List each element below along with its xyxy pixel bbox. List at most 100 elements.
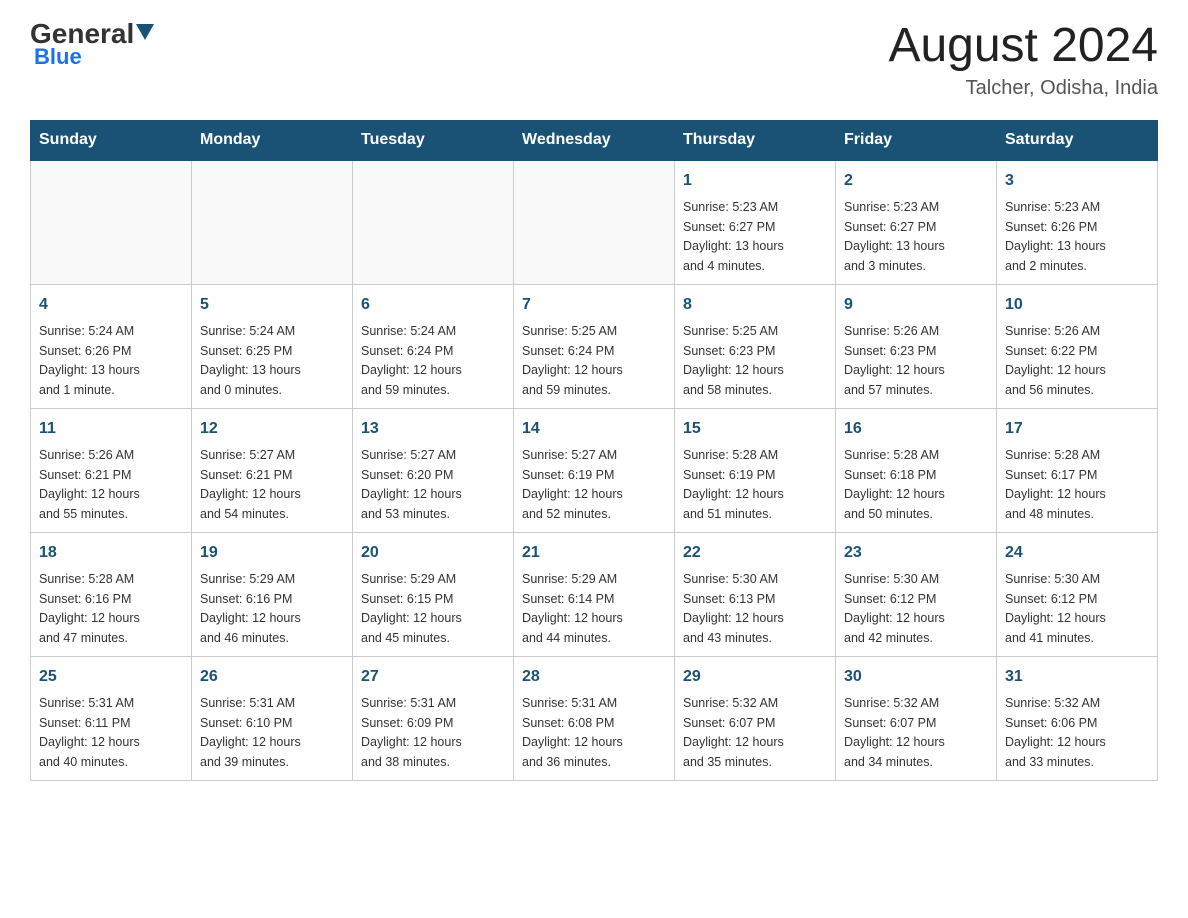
day-number: 11 [39,417,183,441]
day-sun-info: Sunrise: 5:30 AM Sunset: 6:12 PM Dayligh… [844,572,945,645]
calendar-day-header: Wednesday [514,120,675,160]
calendar-day-cell [192,160,353,285]
day-sun-info: Sunrise: 5:24 AM Sunset: 6:24 PM Dayligh… [361,324,462,397]
calendar-week-row: 1 Sunrise: 5:23 AM Sunset: 6:27 PM Daylig… [31,160,1158,285]
calendar-day-cell: 24 Sunrise: 5:30 AM Sunset: 6:12 PM Dayli… [997,532,1158,656]
day-sun-info: Sunrise: 5:25 AM Sunset: 6:24 PM Dayligh… [522,324,623,397]
calendar-header-row: SundayMondayTuesdayWednesdayThursdayFrid… [31,120,1158,160]
calendar-day-cell: 5 Sunrise: 5:24 AM Sunset: 6:25 PM Daylig… [192,284,353,408]
day-sun-info: Sunrise: 5:30 AM Sunset: 6:12 PM Dayligh… [1005,572,1106,645]
logo-triangle-icon [136,24,154,45]
day-number: 22 [683,541,827,565]
day-number: 10 [1005,293,1149,317]
calendar-day-cell: 29 Sunrise: 5:32 AM Sunset: 6:07 PM Dayli… [675,656,836,780]
day-number: 13 [361,417,505,441]
calendar-day-cell: 1 Sunrise: 5:23 AM Sunset: 6:27 PM Daylig… [675,160,836,285]
calendar-day-header: Friday [836,120,997,160]
day-number: 16 [844,417,988,441]
day-number: 8 [683,293,827,317]
day-sun-info: Sunrise: 5:32 AM Sunset: 6:06 PM Dayligh… [1005,696,1106,769]
day-number: 20 [361,541,505,565]
calendar-day-cell: 15Sunrise: 5:28 AM Sunset: 6:19 PM Dayli… [675,408,836,532]
calendar-day-cell: 12Sunrise: 5:27 AM Sunset: 6:21 PM Dayli… [192,408,353,532]
calendar-day-cell: 7 Sunrise: 5:25 AM Sunset: 6:24 PM Daylig… [514,284,675,408]
day-number: 4 [39,293,183,317]
day-number: 1 [683,169,827,193]
day-sun-info: Sunrise: 5:25 AM Sunset: 6:23 PM Dayligh… [683,324,784,397]
calendar-day-cell: 11Sunrise: 5:26 AM Sunset: 6:21 PM Dayli… [31,408,192,532]
day-sun-info: Sunrise: 5:26 AM Sunset: 6:23 PM Dayligh… [844,324,945,397]
day-number: 2 [844,169,988,193]
day-sun-info: Sunrise: 5:24 AM Sunset: 6:26 PM Dayligh… [39,324,140,397]
calendar-day-cell: 4 Sunrise: 5:24 AM Sunset: 6:26 PM Daylig… [31,284,192,408]
calendar-day-cell: 16Sunrise: 5:28 AM Sunset: 6:18 PM Dayli… [836,408,997,532]
calendar-day-cell: 26 Sunrise: 5:31 AM Sunset: 6:10 PM Dayli… [192,656,353,780]
day-number: 24 [1005,541,1149,565]
day-sun-info: Sunrise: 5:32 AM Sunset: 6:07 PM Dayligh… [683,696,784,769]
day-sun-info: Sunrise: 5:32 AM Sunset: 6:07 PM Dayligh… [844,696,945,769]
calendar-day-cell: 17Sunrise: 5:28 AM Sunset: 6:17 PM Dayli… [997,408,1158,532]
calendar-day-cell [31,160,192,285]
day-sun-info: Sunrise: 5:28 AM Sunset: 6:16 PM Dayligh… [39,572,140,645]
day-sun-info: Sunrise: 5:26 AM Sunset: 6:22 PM Dayligh… [1005,324,1106,397]
calendar-day-cell: 22 Sunrise: 5:30 AM Sunset: 6:13 PM Dayli… [675,532,836,656]
calendar-week-row: 25 Sunrise: 5:31 AM Sunset: 6:11 PM Dayli… [31,656,1158,780]
day-sun-info: Sunrise: 5:27 AM Sunset: 6:21 PM Dayligh… [200,448,301,521]
calendar-day-cell: 30 Sunrise: 5:32 AM Sunset: 6:07 PM Dayli… [836,656,997,780]
calendar-day-cell: 10 Sunrise: 5:26 AM Sunset: 6:22 PM Dayli… [997,284,1158,408]
calendar-week-row: 4 Sunrise: 5:24 AM Sunset: 6:26 PM Daylig… [31,284,1158,408]
calendar-week-row: 18 Sunrise: 5:28 AM Sunset: 6:16 PM Dayli… [31,532,1158,656]
day-number: 19 [200,541,344,565]
day-number: 26 [200,665,344,689]
day-sun-info: Sunrise: 5:27 AM Sunset: 6:20 PM Dayligh… [361,448,462,521]
calendar-day-cell: 2 Sunrise: 5:23 AM Sunset: 6:27 PM Daylig… [836,160,997,285]
day-number: 28 [522,665,666,689]
day-number: 7 [522,293,666,317]
day-sun-info: Sunrise: 5:23 AM Sunset: 6:27 PM Dayligh… [683,200,784,273]
day-number: 27 [361,665,505,689]
calendar-day-cell: 18 Sunrise: 5:28 AM Sunset: 6:16 PM Dayli… [31,532,192,656]
day-sun-info: Sunrise: 5:23 AM Sunset: 6:27 PM Dayligh… [844,200,945,273]
day-sun-info: Sunrise: 5:31 AM Sunset: 6:09 PM Dayligh… [361,696,462,769]
day-sun-info: Sunrise: 5:29 AM Sunset: 6:16 PM Dayligh… [200,572,301,645]
day-number: 9 [844,293,988,317]
calendar-day-header: Tuesday [353,120,514,160]
calendar-day-cell: 21 Sunrise: 5:29 AM Sunset: 6:14 PM Dayli… [514,532,675,656]
calendar-day-cell: 9 Sunrise: 5:26 AM Sunset: 6:23 PM Daylig… [836,284,997,408]
day-sun-info: Sunrise: 5:31 AM Sunset: 6:10 PM Dayligh… [200,696,301,769]
calendar-day-header: Sunday [31,120,192,160]
calendar-week-row: 11Sunrise: 5:26 AM Sunset: 6:21 PM Dayli… [31,408,1158,532]
calendar-day-cell: 6Sunrise: 5:24 AM Sunset: 6:24 PM Daylig… [353,284,514,408]
day-sun-info: Sunrise: 5:29 AM Sunset: 6:14 PM Dayligh… [522,572,623,645]
day-number: 31 [1005,665,1149,689]
logo-blue-text: Blue [30,44,82,70]
calendar-day-cell: 28 Sunrise: 5:31 AM Sunset: 6:08 PM Dayli… [514,656,675,780]
day-sun-info: Sunrise: 5:31 AM Sunset: 6:11 PM Dayligh… [39,696,140,769]
calendar-day-cell: 23Sunrise: 5:30 AM Sunset: 6:12 PM Dayli… [836,532,997,656]
day-number: 30 [844,665,988,689]
calendar-day-cell: 3Sunrise: 5:23 AM Sunset: 6:26 PM Daylig… [997,160,1158,285]
day-number: 21 [522,541,666,565]
title-block: August 2024 Talcher, Odisha, India [888,20,1158,100]
calendar-day-header: Saturday [997,120,1158,160]
calendar-day-cell: 27 Sunrise: 5:31 AM Sunset: 6:09 PM Dayli… [353,656,514,780]
day-sun-info: Sunrise: 5:31 AM Sunset: 6:08 PM Dayligh… [522,696,623,769]
calendar-table: SundayMondayTuesdayWednesdayThursdayFrid… [30,120,1158,781]
day-sun-info: Sunrise: 5:28 AM Sunset: 6:17 PM Dayligh… [1005,448,1106,521]
day-number: 25 [39,665,183,689]
location-subtitle: Talcher, Odisha, India [888,77,1158,100]
day-sun-info: Sunrise: 5:28 AM Sunset: 6:19 PM Dayligh… [683,448,784,521]
day-number: 5 [200,293,344,317]
day-number: 18 [39,541,183,565]
day-sun-info: Sunrise: 5:30 AM Sunset: 6:13 PM Dayligh… [683,572,784,645]
calendar-day-cell: 13 Sunrise: 5:27 AM Sunset: 6:20 PM Dayli… [353,408,514,532]
day-number: 29 [683,665,827,689]
day-sun-info: Sunrise: 5:29 AM Sunset: 6:15 PM Dayligh… [361,572,462,645]
calendar-day-cell: 8 Sunrise: 5:25 AM Sunset: 6:23 PM Daylig… [675,284,836,408]
day-sun-info: Sunrise: 5:24 AM Sunset: 6:25 PM Dayligh… [200,324,301,397]
page-header: General Blue August 2024 Talcher, Odisha… [30,20,1158,100]
month-year-title: August 2024 [888,20,1158,73]
calendar-day-cell [514,160,675,285]
day-sun-info: Sunrise: 5:27 AM Sunset: 6:19 PM Dayligh… [522,448,623,521]
calendar-day-cell: 14Sunrise: 5:27 AM Sunset: 6:19 PM Dayli… [514,408,675,532]
